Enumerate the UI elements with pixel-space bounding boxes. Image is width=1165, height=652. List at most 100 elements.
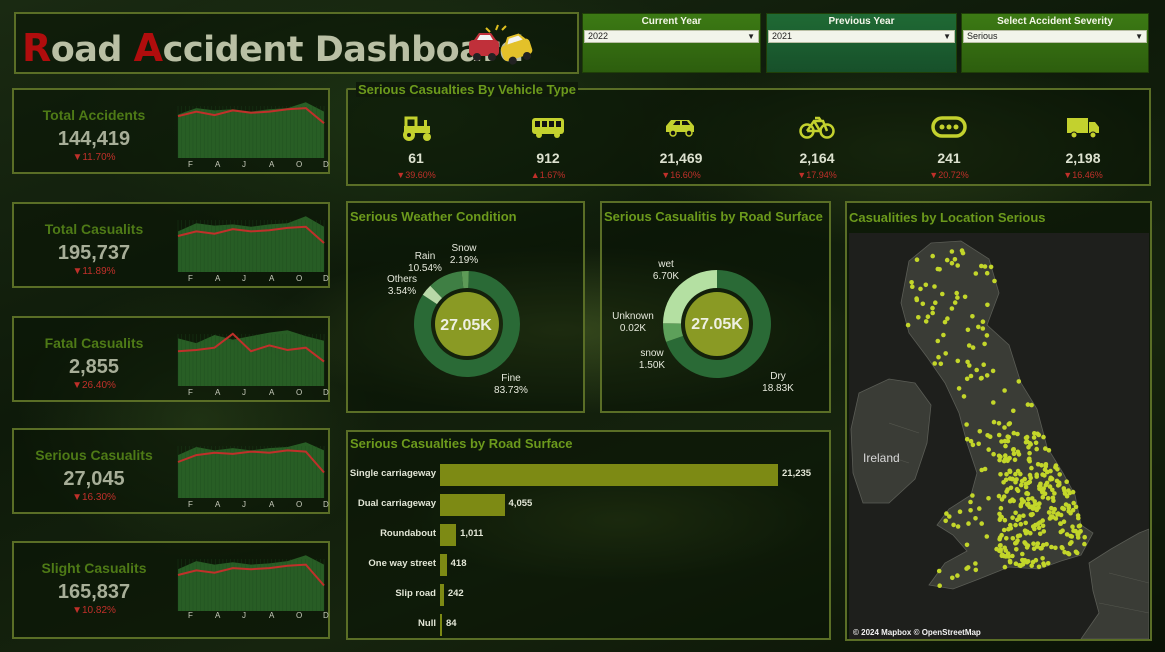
casualty-location-dot: [984, 333, 990, 338]
vehicle-value: 2,164: [799, 150, 835, 166]
current-year-select[interactable]: 2022 ▼: [584, 30, 759, 43]
vehicle-value: 2,198: [1065, 150, 1101, 166]
bar-row[interactable]: Null 84: [348, 612, 828, 636]
casualty-location-dot: [962, 294, 968, 300]
bar-category-label: Roundabout: [380, 528, 436, 539]
casualty-location-dot: [1019, 478, 1025, 484]
bar-rect[interactable]: [440, 524, 457, 546]
vehicle-item-bicycle: 2,164 ▼17.94%: [757, 90, 877, 186]
casualty-location-dot: [968, 438, 974, 444]
casualty-location-dot: [1048, 468, 1053, 474]
bar-rect[interactable]: [440, 584, 444, 606]
casualty-location-dot: [1002, 564, 1008, 570]
casualty-location-dot: [1003, 477, 1009, 483]
previous-year-select[interactable]: 2021 ▼: [768, 30, 955, 43]
vehicle-item-tractor: 61 ▼39.60%: [356, 90, 476, 186]
casualty-location-dot: [1002, 388, 1007, 393]
casualty-location-dot: [1075, 535, 1081, 540]
casualty-location-dot: [1014, 547, 1019, 552]
kpi-total-casualties: Total Casualits 195,737 ▼11.89% F A J A O D: [12, 202, 330, 288]
casualty-location-dot: [1040, 556, 1045, 561]
casualty-location-dot: [998, 472, 1003, 477]
donut-label-wet: wet 6.70K: [652, 259, 680, 282]
casualty-location-dot: [1006, 421, 1012, 427]
casualty-location-dot: [1044, 541, 1049, 547]
casualty-location-dot: [977, 506, 982, 511]
bar-category-label: Dual carriageway: [357, 498, 436, 509]
casualty-location-dot: [1020, 562, 1025, 567]
bar-row[interactable]: Roundabout 1,011: [348, 522, 828, 546]
bar-row[interactable]: Single carriageway 21,235: [348, 462, 828, 486]
casualty-location-dot: [1066, 551, 1072, 557]
casualty-location-dot: [1008, 522, 1013, 528]
casualty-location-dot: [980, 319, 986, 324]
bicycle-icon: [799, 116, 835, 139]
casualty-location-dot: [960, 250, 966, 256]
casualty-location-dot: [1082, 541, 1087, 547]
bar-rect[interactable]: [440, 464, 778, 486]
casualty-location-dot: [941, 332, 946, 338]
filter-previous-year: Previous Year 2021 ▼: [766, 13, 957, 73]
casualty-location-dot: [955, 524, 961, 529]
casualty-location-dot: [1033, 440, 1039, 446]
casualty-location-dot: [1037, 486, 1042, 492]
kpi-sparkline: [177, 330, 325, 386]
casualty-location-dot: [955, 358, 961, 364]
casualty-location-dot: [1051, 510, 1056, 515]
casualty-location-dot: [930, 305, 935, 311]
casualty-location-dot: [1050, 495, 1056, 501]
month-tick: A: [269, 160, 275, 169]
vehicle-value: 912: [536, 150, 560, 166]
casualty-location-dot: [1036, 505, 1041, 510]
casualty-location-dot: [914, 257, 920, 262]
donut-label-rain: Rain 10.54%: [408, 251, 442, 274]
filter-current-year: Current Year 2022 ▼: [582, 13, 761, 73]
month-tick: A: [269, 274, 275, 283]
bar-value-label: 242: [447, 588, 464, 599]
map-canvas[interactable]: Ireland © 2024 Mapbox © OpenStreetMap: [849, 233, 1149, 639]
casualty-location-dot: [1046, 510, 1052, 515]
casualty-location-dot: [909, 280, 914, 285]
casualty-location-dot: [1025, 502, 1030, 507]
weather-condition-panel: Serious Weather Condition 27.05K Snow 2.1…: [346, 201, 585, 413]
casualty-location-dot: [964, 422, 969, 427]
casualty-location-dot: [968, 508, 973, 513]
month-tick: F: [188, 500, 193, 509]
casualty-location-dot: [1073, 549, 1079, 555]
casualty-location-dot: [1027, 479, 1033, 485]
bar-rect[interactable]: [440, 614, 442, 636]
bar-row[interactable]: Slip road 242: [348, 582, 828, 606]
casualty-location-dot: [973, 271, 979, 276]
casualty-location-dot: [1029, 563, 1034, 568]
casualty-location-dot: [977, 429, 983, 434]
dropdown-arrow-icon: ▼: [1135, 32, 1143, 41]
casualty-location-dot: [965, 327, 971, 333]
casualty-location-dot: [1064, 532, 1070, 537]
tractor-icon: [403, 116, 431, 141]
casualty-location-dot: [1003, 443, 1008, 449]
previous-year-area: [178, 555, 324, 611]
casualty-location-dot: [957, 509, 963, 514]
casualty-location-dot: [973, 567, 979, 573]
dashboard-header: Road Accident Dashboard: [14, 12, 579, 74]
accident-severity-select[interactable]: Serious ▼: [963, 30, 1147, 43]
casualty-location-dot: [1041, 434, 1046, 440]
bar-rect[interactable]: [440, 494, 505, 516]
bar-value-label: 21,235: [782, 468, 812, 479]
casualty-location-dot: [1030, 524, 1036, 529]
bar-rect[interactable]: [440, 554, 447, 576]
casualty-location-dot: [970, 345, 976, 350]
kpi-label: Total Accidents: [42, 107, 146, 123]
month-axis: FAJAOD: [188, 500, 329, 512]
casualty-location-dot: [1021, 513, 1026, 518]
filter-label: Previous Year: [828, 16, 895, 27]
kpi-sparkline: [177, 216, 325, 272]
casualty-location-dot: [1033, 557, 1039, 563]
map-attribution[interactable]: © 2024 Mapbox © OpenStreetMap: [853, 628, 981, 637]
casualty-location-dot: [1020, 551, 1025, 557]
casualty-location-dot: [1031, 541, 1036, 546]
casualty-location-dot: [1070, 489, 1076, 495]
bar-row[interactable]: One way street 418: [348, 552, 828, 576]
casualty-location-dot: [1031, 435, 1037, 440]
bar-row[interactable]: Dual carriageway 4,055: [348, 492, 828, 516]
